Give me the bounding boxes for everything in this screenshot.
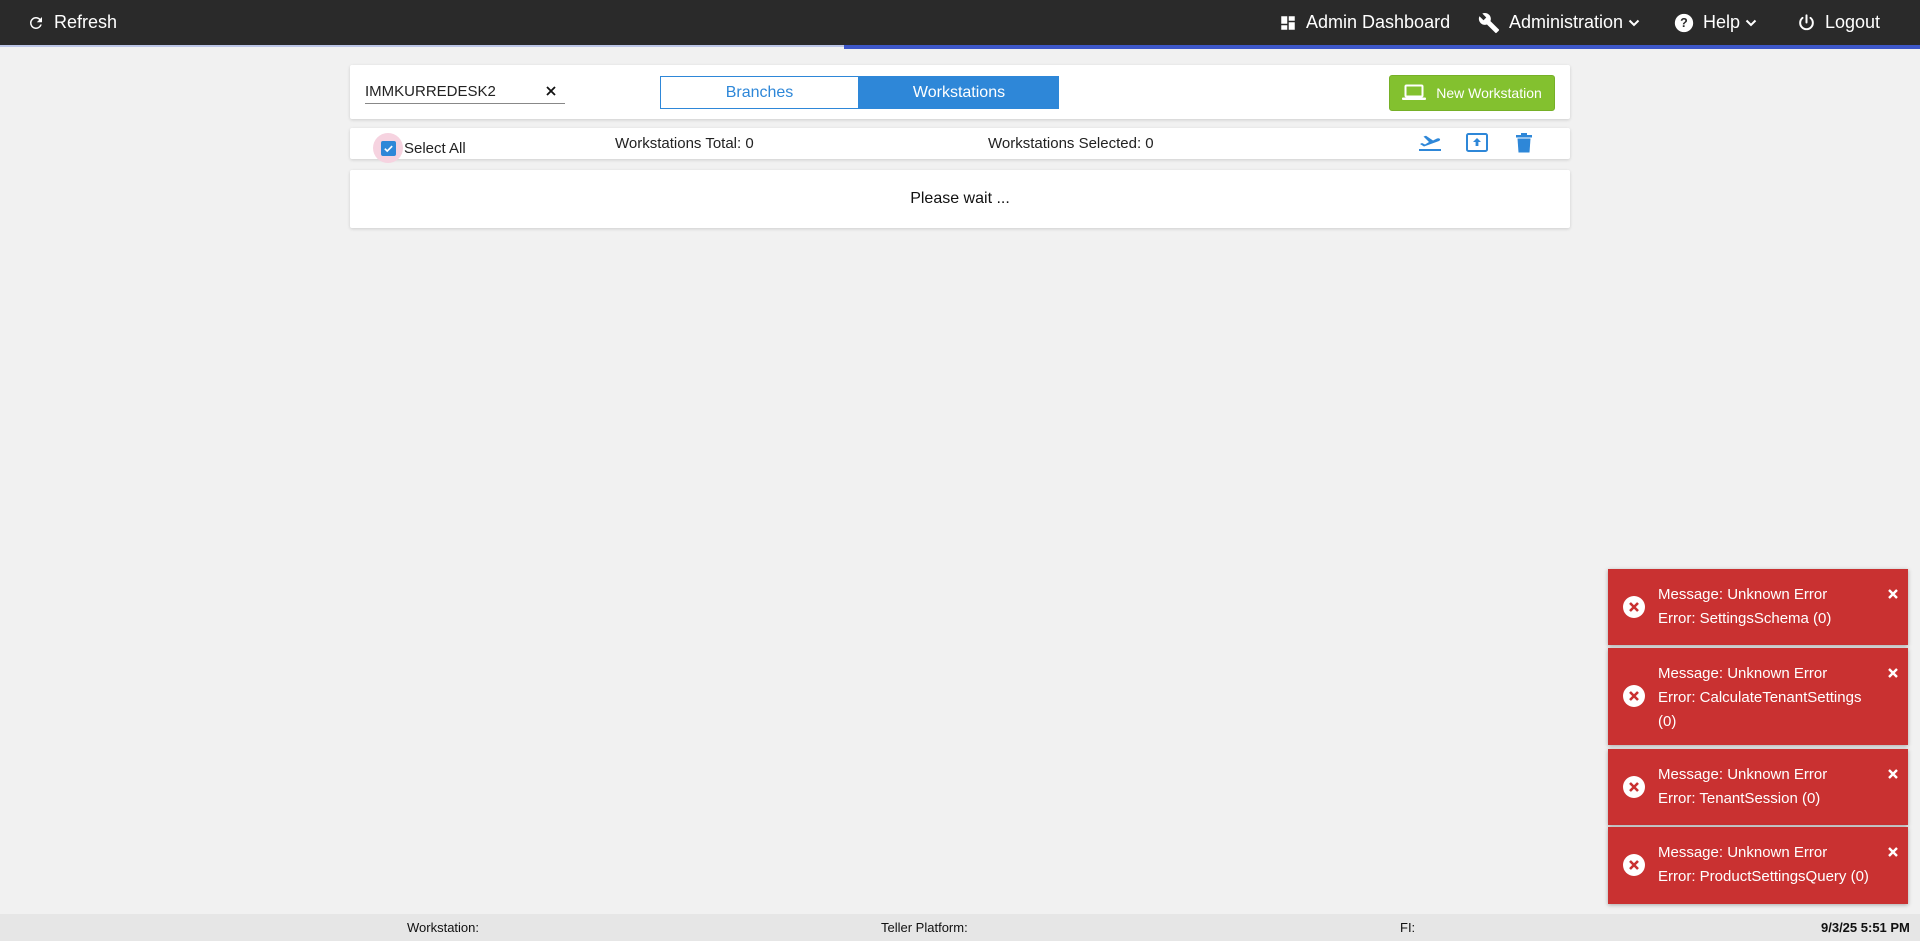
error-circle-icon xyxy=(1623,776,1645,798)
toolbar-card: Branches Workstations New Workstation xyxy=(350,65,1570,119)
new-workstation-button[interactable]: New Workstation xyxy=(1389,75,1555,111)
top-navigation-bar: Refresh Admin Dashboard Administration ?… xyxy=(0,0,1920,49)
footer-teller-platform-label: Teller Platform: xyxy=(881,920,968,935)
loading-message: Please wait ... xyxy=(910,190,1010,207)
close-icon[interactable] xyxy=(543,83,559,99)
footer-fi-label: FI: xyxy=(1400,920,1416,935)
svg-text:?: ? xyxy=(1680,16,1688,30)
toast-text: Message: Unknown Error Error: TenantSess… xyxy=(1658,763,1878,811)
admin-dashboard-link[interactable]: Admin Dashboard xyxy=(1279,0,1450,45)
error-toast: Message: Unknown Error Error: TenantSess… xyxy=(1608,749,1908,825)
search-input[interactable] xyxy=(365,81,535,101)
checkmark-icon xyxy=(380,140,396,156)
workstations-selected: Workstations Selected: 0 xyxy=(988,135,1154,152)
select-all-label: Select All xyxy=(404,139,466,157)
error-toast: Message: Unknown Error Error: CalculateT… xyxy=(1608,648,1908,745)
close-icon[interactable] xyxy=(1886,843,1900,857)
chevron-down-icon xyxy=(1745,17,1757,29)
summary-bar: Select All Workstations Total: 0 Worksta… xyxy=(350,128,1570,163)
status-footer: Workstation: Teller Platform: FI: 9/3/25… xyxy=(0,914,1920,941)
trash-icon[interactable] xyxy=(1512,132,1536,154)
tab-branches[interactable]: Branches xyxy=(660,76,859,109)
toast-message: Message: Unknown Error xyxy=(1658,766,1828,783)
search-field xyxy=(365,81,565,104)
error-toast: Message: Unknown Error Error: SettingsSc… xyxy=(1608,569,1908,645)
loading-progress-bar xyxy=(844,45,1920,49)
error-circle-icon xyxy=(1623,596,1645,618)
help-icon: ? xyxy=(1674,13,1694,33)
logout-label: Logout xyxy=(1825,12,1881,32)
administration-menu[interactable]: Administration xyxy=(1478,0,1640,45)
airplane-departure-icon[interactable] xyxy=(1418,132,1442,154)
laptop-icon xyxy=(1402,84,1427,103)
error-circle-icon xyxy=(1623,854,1645,876)
error-toast: Message: Unknown Error Error: ProductSet… xyxy=(1608,827,1908,904)
loading-progress-track xyxy=(0,45,844,47)
toast-message: Message: Unknown Error xyxy=(1658,665,1828,682)
dashboard-icon xyxy=(1279,14,1297,32)
toast-error: Error: TenantSession (0) xyxy=(1658,790,1821,807)
tab-workstations[interactable]: Workstations xyxy=(859,76,1059,109)
admin-dashboard-label: Admin Dashboard xyxy=(1306,12,1451,32)
checkbox-focus-halo xyxy=(373,133,403,163)
refresh-button[interactable]: Refresh xyxy=(27,0,117,45)
wrench-icon xyxy=(1478,12,1500,34)
toast-error: Error: ProductSettingsQuery (0) xyxy=(1658,868,1869,885)
toast-message: Message: Unknown Error xyxy=(1658,844,1828,861)
help-label: Help xyxy=(1703,12,1741,32)
toast-text: Message: Unknown Error Error: SettingsSc… xyxy=(1658,583,1878,631)
error-circle-icon xyxy=(1623,685,1645,707)
chevron-down-icon xyxy=(1628,17,1640,29)
refresh-icon xyxy=(27,14,45,32)
close-icon[interactable] xyxy=(1886,765,1900,779)
logout-button[interactable]: Logout xyxy=(1797,0,1880,45)
workstations-list-panel: Please wait ... xyxy=(350,170,1570,228)
toast-error: Error: CalculateTenantSettings (0) xyxy=(1658,689,1862,730)
toast-text: Message: Unknown Error Error: CalculateT… xyxy=(1658,662,1878,734)
close-icon[interactable] xyxy=(1886,585,1900,599)
close-icon[interactable] xyxy=(1886,664,1900,678)
power-icon xyxy=(1797,13,1816,32)
select-all-checkbox[interactable]: Select All xyxy=(373,133,466,163)
upload-box-icon[interactable] xyxy=(1465,132,1489,154)
workstations-total: Workstations Total: 0 xyxy=(615,135,754,152)
new-workstation-label: New Workstation xyxy=(1436,85,1542,101)
footer-datetime: 9/3/25 5:51 PM xyxy=(1821,920,1910,935)
footer-workstation-label: Workstation: xyxy=(407,920,480,935)
administration-label: Administration xyxy=(1509,12,1624,32)
toast-message: Message: Unknown Error xyxy=(1658,586,1828,603)
toast-error: Error: SettingsSchema (0) xyxy=(1658,610,1832,627)
toast-text: Message: Unknown Error Error: ProductSet… xyxy=(1658,841,1878,889)
refresh-label: Refresh xyxy=(54,12,118,32)
help-menu[interactable]: ? Help xyxy=(1674,0,1757,45)
